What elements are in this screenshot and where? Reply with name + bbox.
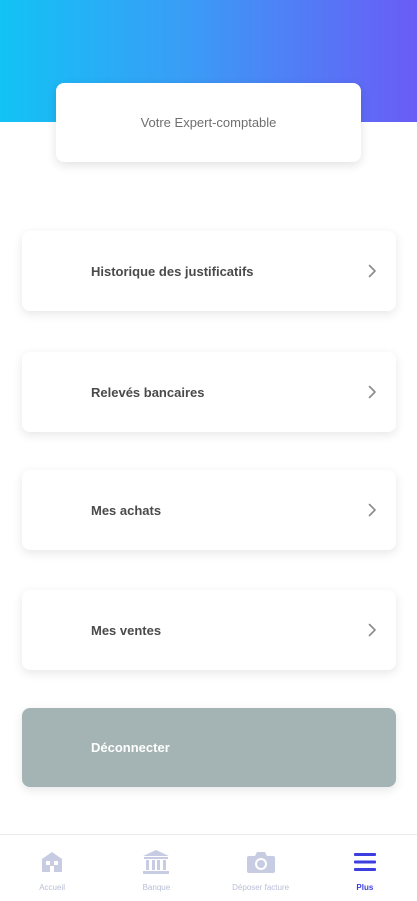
camera-icon (246, 849, 276, 875)
menu-item-label: Historique des justificatifs (91, 263, 254, 279)
menu-item-achats[interactable]: Mes achats (22, 470, 396, 550)
menu-icon (350, 849, 380, 875)
menu-item-label: Relevés bancaires (91, 384, 205, 400)
bottom-tab-bar: Accueil Banque Déposer facture Plus (0, 834, 417, 901)
bank-icon (141, 849, 171, 875)
chevron-right-icon (366, 263, 378, 279)
tab-accueil[interactable]: Accueil (0, 835, 104, 901)
expert-comptable-card[interactable]: Votre Expert-comptable (56, 83, 361, 162)
chevron-right-icon (366, 622, 378, 638)
menu-item-label: Mes ventes (91, 622, 162, 638)
chevron-right-icon (366, 384, 378, 400)
logout-label: Déconnecter (91, 740, 170, 755)
tab-label: Déposer facture (232, 883, 290, 892)
menu-item-historique[interactable]: Historique des justificatifs (22, 231, 396, 311)
chevron-right-icon (366, 502, 378, 518)
menu-item-releves[interactable]: Relevés bancaires (22, 352, 396, 432)
tab-deposer-facture[interactable]: Déposer facture (209, 835, 313, 901)
tab-label: Plus (356, 883, 374, 892)
tab-label: Banque (142, 883, 171, 892)
tab-plus[interactable]: Plus (313, 835, 417, 901)
expert-comptable-label: Votre Expert-comptable (140, 115, 277, 130)
logout-button[interactable]: Déconnecter (22, 708, 396, 787)
menu-item-label: Mes achats (91, 502, 162, 518)
tab-banque[interactable]: Banque (104, 835, 208, 901)
tab-label: Accueil (39, 883, 66, 892)
menu-item-ventes[interactable]: Mes ventes (22, 590, 396, 670)
home-icon (37, 849, 67, 875)
